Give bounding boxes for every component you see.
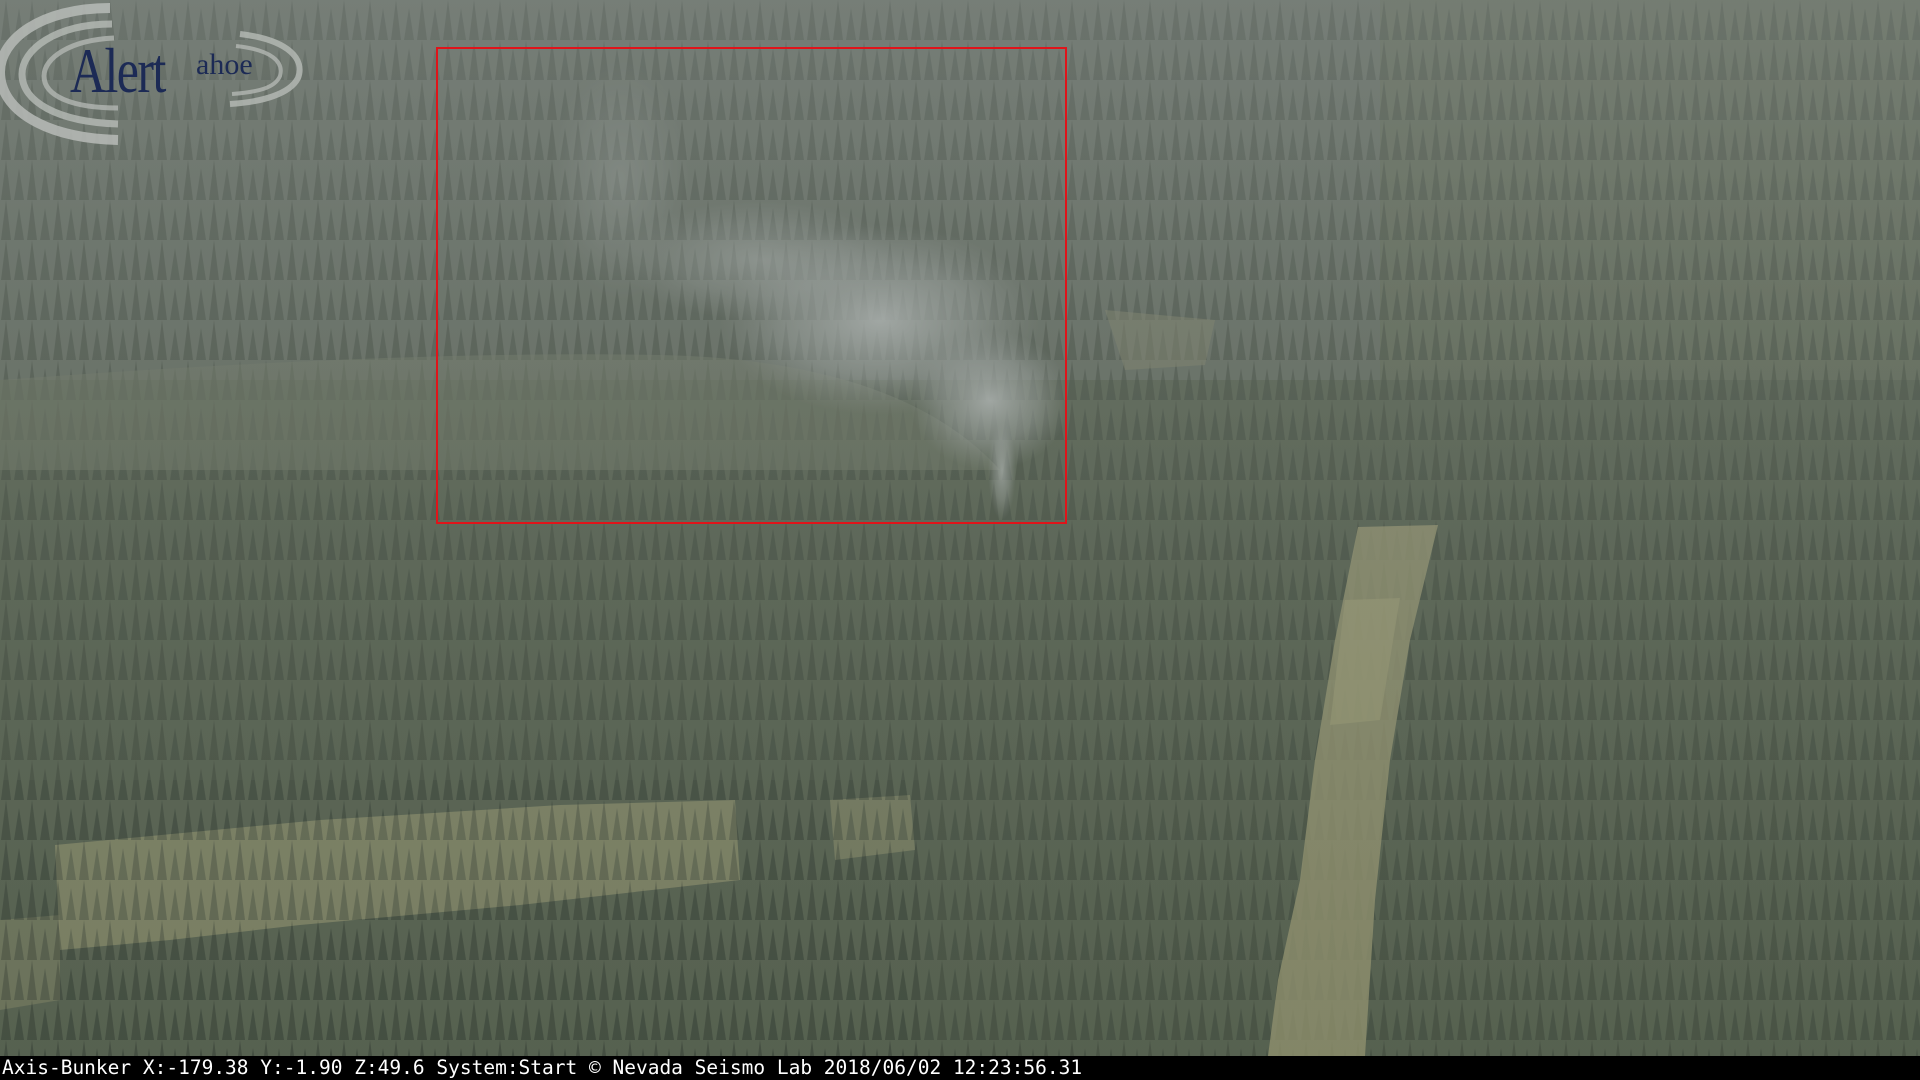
camera-status-text: Axis-Bunker X:-179.38 Y:-1.90 Z:49.6 Sys… xyxy=(2,1056,1083,1079)
logo-word-alert: Alert xyxy=(70,35,166,106)
logo-word-tahoe: ahoe xyxy=(196,48,253,81)
alert-tahoe-logo: Alert ahoe xyxy=(0,0,310,145)
status-bar: Axis-Bunker X:-179.38 Y:-1.90 Z:49.6 Sys… xyxy=(0,1056,1920,1080)
smoke-detection-box xyxy=(436,47,1067,524)
